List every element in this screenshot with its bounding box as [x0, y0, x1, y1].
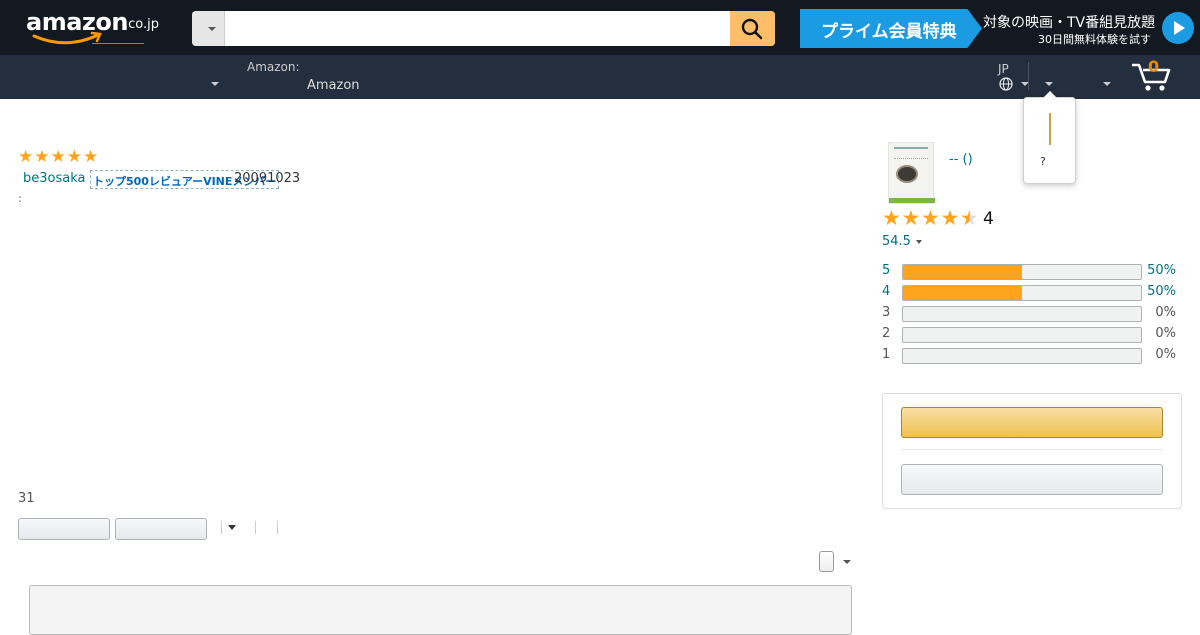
histogram-star-label: 3	[882, 305, 891, 320]
product-band	[889, 198, 935, 203]
amazon-logo[interactable]: amazon .co.jp	[26, 8, 166, 48]
search-input[interactable]	[225, 11, 730, 46]
histogram-bar	[902, 306, 1142, 322]
deliver-to-location[interactable]: Amazon	[307, 78, 360, 93]
histogram-star-label: 5	[882, 263, 891, 278]
primary-action-button[interactable]	[901, 407, 1163, 438]
histogram-bar-fill	[903, 265, 1022, 279]
star-icon: ★	[940, 206, 960, 230]
histogram-percent: 0%	[1155, 326, 1176, 341]
helpful-no-button[interactable]	[115, 518, 207, 540]
nav-top-bar: amazon .co.jp プライム会員特典 対象の映画・TV番組見放題 30日…	[0, 0, 1200, 55]
orders-chevron-down-icon[interactable]	[1103, 82, 1111, 86]
histogram-row-4-star[interactable]: 4 50%	[882, 284, 1182, 302]
divider	[277, 521, 278, 534]
prime-promo-banner[interactable]: プライム会員特典 対象の映画・TV番組見放題 30日間無料体験を試す	[800, 9, 1194, 48]
divider	[901, 449, 1163, 450]
histogram-percent: 50%	[1147, 284, 1176, 299]
search-icon	[741, 18, 763, 40]
flyout-question[interactable]: ?	[1040, 155, 1046, 168]
histogram-row-2-star: 2 0%	[882, 326, 1182, 344]
comment-option-checkbox[interactable]	[819, 551, 834, 572]
globe-icon[interactable]	[999, 77, 1013, 91]
helpful-count: 31	[18, 491, 35, 506]
prime-tagline: 対象の映画・TV番組見放題	[983, 15, 1156, 31]
prime-subline: 30日間無料体験を試す	[1038, 33, 1151, 46]
chevron-down-icon[interactable]	[211, 82, 219, 86]
product-thumbnail[interactable]	[888, 142, 935, 204]
histogram-row-3-star: 3 0%	[882, 305, 1182, 323]
review-body: :	[18, 192, 22, 205]
chevron-down-icon[interactable]	[843, 560, 851, 564]
nav-divider	[1028, 62, 1029, 90]
review-date: 20091023	[234, 171, 301, 186]
secondary-action-button[interactable]	[901, 464, 1163, 495]
prime-badge: プライム会員特典	[800, 9, 982, 48]
average-rating-text: 4	[983, 209, 994, 229]
deliver-to-label[interactable]: Amazon:	[247, 60, 300, 74]
nav-sub-bar	[0, 55, 1200, 99]
cart-count[interactable]: 0	[1148, 57, 1159, 76]
play-icon[interactable]	[1162, 12, 1194, 44]
flyout-accent-line	[1049, 113, 1051, 145]
review-star-rating: ★ ★ ★ ★ ★	[18, 149, 98, 166]
histogram-bar	[902, 348, 1142, 364]
half-star-icon: ★	[960, 206, 979, 230]
product-title-link[interactable]: -- ()	[949, 152, 973, 167]
star-icon: ★	[34, 147, 50, 167]
star-icon: ★	[50, 147, 66, 167]
account-chevron-down-icon[interactable]	[1045, 82, 1053, 86]
histogram-star-label: 1	[882, 347, 891, 362]
logo-underline	[92, 43, 144, 44]
histogram-bar	[902, 285, 1142, 301]
histogram-bar-fill	[903, 286, 1022, 300]
search-button[interactable]	[730, 11, 775, 46]
star-icon: ★	[901, 206, 921, 230]
prime-label: プライム会員特典	[821, 22, 957, 42]
histogram-row-5-star[interactable]: 5 50%	[882, 263, 1182, 281]
histogram-row-1-star: 1 0%	[882, 347, 1182, 365]
chevron-down-icon[interactable]	[916, 240, 922, 244]
search-bar	[192, 11, 775, 46]
histogram-percent: 0%	[1155, 305, 1176, 320]
star-icon: ★	[66, 147, 82, 167]
divider	[221, 521, 222, 534]
star-icon: ★	[83, 147, 99, 167]
histogram-bar	[902, 264, 1142, 280]
reviewer-name[interactable]: be3osaka	[23, 171, 85, 186]
language-code[interactable]: JP	[998, 62, 1009, 76]
star-icon: ★	[18, 147, 34, 167]
histogram-star-label: 2	[882, 326, 891, 341]
action-panel	[882, 393, 1182, 509]
star-icon: ★	[882, 206, 901, 230]
product-title-print	[894, 147, 928, 159]
histogram-percent: 50%	[1147, 263, 1176, 278]
account-flyout: ?	[1023, 91, 1076, 184]
bowl-image	[896, 165, 918, 183]
rating-count-link[interactable]: 54.5	[882, 234, 911, 249]
star-icon: ★	[921, 206, 940, 230]
divider	[255, 521, 256, 534]
logo-domain: .co.jp	[124, 17, 160, 32]
chevron-down-icon	[208, 27, 216, 31]
histogram-percent: 0%	[1155, 347, 1176, 362]
comment-textarea[interactable]	[29, 585, 852, 635]
search-category-dropdown[interactable]	[192, 11, 225, 46]
helpful-yes-button[interactable]	[18, 518, 110, 540]
histogram-star-label: 4	[882, 284, 891, 299]
comment-sort-chevron-down-icon[interactable]	[228, 525, 236, 530]
histogram-bar	[902, 327, 1142, 343]
